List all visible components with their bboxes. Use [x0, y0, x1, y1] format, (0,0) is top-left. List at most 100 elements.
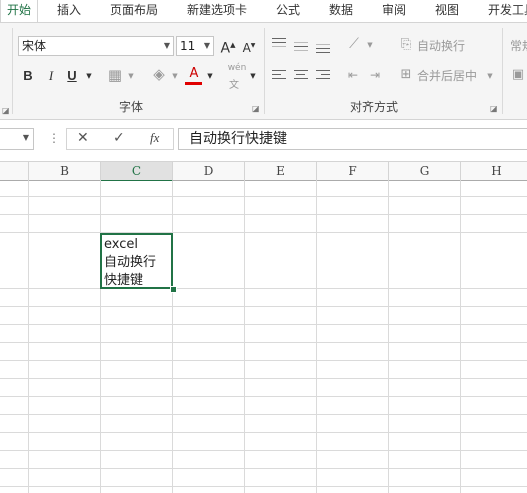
- align-top-icon[interactable]: [272, 38, 286, 50]
- tab-page-layout[interactable]: 页面布局: [110, 0, 158, 22]
- phonetic-icon: 文: [229, 80, 239, 91]
- align-bottom-icon[interactable]: [316, 44, 330, 56]
- gridline: [460, 181, 461, 493]
- font-name-combo[interactable]: 宋体 ▼: [18, 36, 174, 56]
- grow-font-icon: ▲: [230, 41, 236, 49]
- increase-indent-icon[interactable]: ⇥: [366, 65, 384, 85]
- gridline: [244, 181, 245, 493]
- column-header-h[interactable]: H: [461, 162, 527, 182]
- phonetic-label: wén: [227, 63, 247, 73]
- chevron-down-icon[interactable]: ▼: [164, 37, 170, 55]
- column-header-partial[interactable]: [0, 162, 29, 182]
- font-name-value: 宋体: [22, 39, 47, 53]
- gridline: [0, 232, 527, 233]
- gridline: [316, 181, 317, 493]
- gridline: [0, 450, 527, 451]
- underline-button[interactable]: U: [65, 66, 79, 86]
- gridline: [0, 196, 527, 197]
- name-box[interactable]: ▼: [0, 128, 34, 150]
- tab-view[interactable]: 视图: [435, 0, 459, 22]
- gridline: [0, 360, 527, 361]
- gridline: [0, 342, 527, 343]
- column-header-d[interactable]: D: [173, 162, 245, 182]
- cancel-icon[interactable]: ✕: [77, 130, 89, 146]
- gridline: [100, 181, 101, 493]
- column-header-row: B C D E F G H: [0, 161, 527, 182]
- bold-button[interactable]: B: [20, 66, 36, 86]
- gridline: [0, 214, 527, 215]
- font-size-combo[interactable]: 11 ▼: [176, 36, 214, 56]
- chevron-down-icon[interactable]: ▼: [204, 37, 210, 55]
- font-size-value: 11: [180, 39, 196, 53]
- currency-icon[interactable]: ▣: [509, 65, 527, 85]
- tab-formulas[interactable]: 公式: [276, 0, 300, 22]
- cell-grid[interactable]: [0, 181, 527, 493]
- tab-data[interactable]: 数据: [329, 0, 353, 22]
- cell-text-line: 快捷键: [104, 273, 144, 288]
- chevron-down-icon[interactable]: ▼: [248, 66, 258, 86]
- orientation-icon[interactable]: ⟋: [345, 34, 363, 54]
- decrease-indent-icon[interactable]: ⇤: [344, 65, 362, 85]
- formula-input[interactable]: 自动换行快捷键: [178, 128, 527, 150]
- chevron-down-icon[interactable]: ▼: [365, 35, 375, 55]
- column-header-e[interactable]: E: [245, 162, 317, 182]
- alignment-launcher-icon[interactable]: ◪: [490, 104, 498, 113]
- more-options-icon[interactable]: ⋮: [48, 131, 60, 145]
- align-middle-icon[interactable]: [294, 42, 308, 54]
- merge-center-icon[interactable]: ⊞: [398, 65, 414, 85]
- align-left-icon[interactable]: [272, 70, 286, 82]
- gridline: [388, 181, 389, 493]
- clipboard-launcher-icon[interactable]: ◪: [2, 106, 10, 115]
- shrink-font-button[interactable]: A▼: [242, 36, 256, 58]
- active-cell[interactable]: excel 自动换行 快捷键: [100, 233, 173, 289]
- column-header-c[interactable]: C: [101, 162, 173, 182]
- merge-center-button[interactable]: 合并后居中: [417, 67, 477, 84]
- group-divider: [264, 28, 265, 114]
- align-right-icon[interactable]: [316, 70, 330, 82]
- phonetic-button[interactable]: wén: [226, 62, 248, 74]
- ribbon-tab-bar: 开始 插入 页面布局 新建选项卡 公式 数据 审阅 视图 开发工具: [0, 0, 527, 22]
- alignment-group-label: 对齐方式: [350, 100, 399, 114]
- chevron-down-icon[interactable]: ▼: [170, 66, 180, 86]
- align-center-icon[interactable]: [294, 70, 308, 82]
- tab-developer[interactable]: 开发工具: [488, 0, 527, 22]
- tab-insert[interactable]: 插入: [57, 0, 81, 22]
- font-color-button[interactable]: A: [186, 64, 202, 84]
- column-header-b[interactable]: B: [29, 162, 101, 182]
- chevron-down-icon[interactable]: ▼: [84, 66, 94, 86]
- chevron-down-icon[interactable]: ▼: [205, 66, 215, 86]
- shrink-font-icon: ▼: [250, 42, 256, 49]
- column-header-f[interactable]: F: [317, 162, 389, 182]
- column-header-g[interactable]: G: [389, 162, 461, 182]
- enter-icon[interactable]: ✓: [113, 130, 125, 146]
- gridline: [28, 181, 29, 493]
- italic-button[interactable]: I: [44, 66, 58, 86]
- chevron-down-icon[interactable]: ▼: [485, 66, 495, 86]
- grow-font-label: A: [220, 40, 231, 57]
- number-format-combo[interactable]: 常规: [510, 37, 527, 54]
- gridline: [0, 324, 527, 325]
- gridline: [0, 432, 527, 433]
- insert-function-icon[interactable]: fx: [150, 130, 159, 146]
- font-launcher-icon[interactable]: ◪: [252, 104, 260, 113]
- grow-font-button[interactable]: A▲: [220, 35, 236, 59]
- font-color-label: A: [189, 66, 199, 81]
- tab-home[interactable]: 开始: [0, 0, 39, 22]
- tab-new[interactable]: 新建选项卡: [187, 0, 247, 22]
- borders-icon[interactable]: ▦: [106, 65, 124, 85]
- gridline: [0, 306, 527, 307]
- gridline: [0, 288, 527, 289]
- gridline: [172, 181, 173, 493]
- chevron-down-icon[interactable]: ▼: [23, 133, 29, 142]
- font-color-bar: [185, 82, 202, 85]
- cell-text-line: 自动换行: [104, 255, 157, 270]
- cell-text-line: excel: [104, 237, 138, 252]
- fill-color-icon[interactable]: ◈: [150, 64, 168, 84]
- gridline: [0, 414, 527, 415]
- wrap-text-button[interactable]: 自动换行: [417, 37, 465, 54]
- tab-review[interactable]: 审阅: [382, 0, 406, 22]
- gridline: [0, 378, 527, 379]
- chevron-down-icon[interactable]: ▼: [126, 66, 136, 86]
- fill-handle[interactable]: [170, 286, 177, 293]
- wrap-text-icon[interactable]: ⎘: [398, 35, 414, 55]
